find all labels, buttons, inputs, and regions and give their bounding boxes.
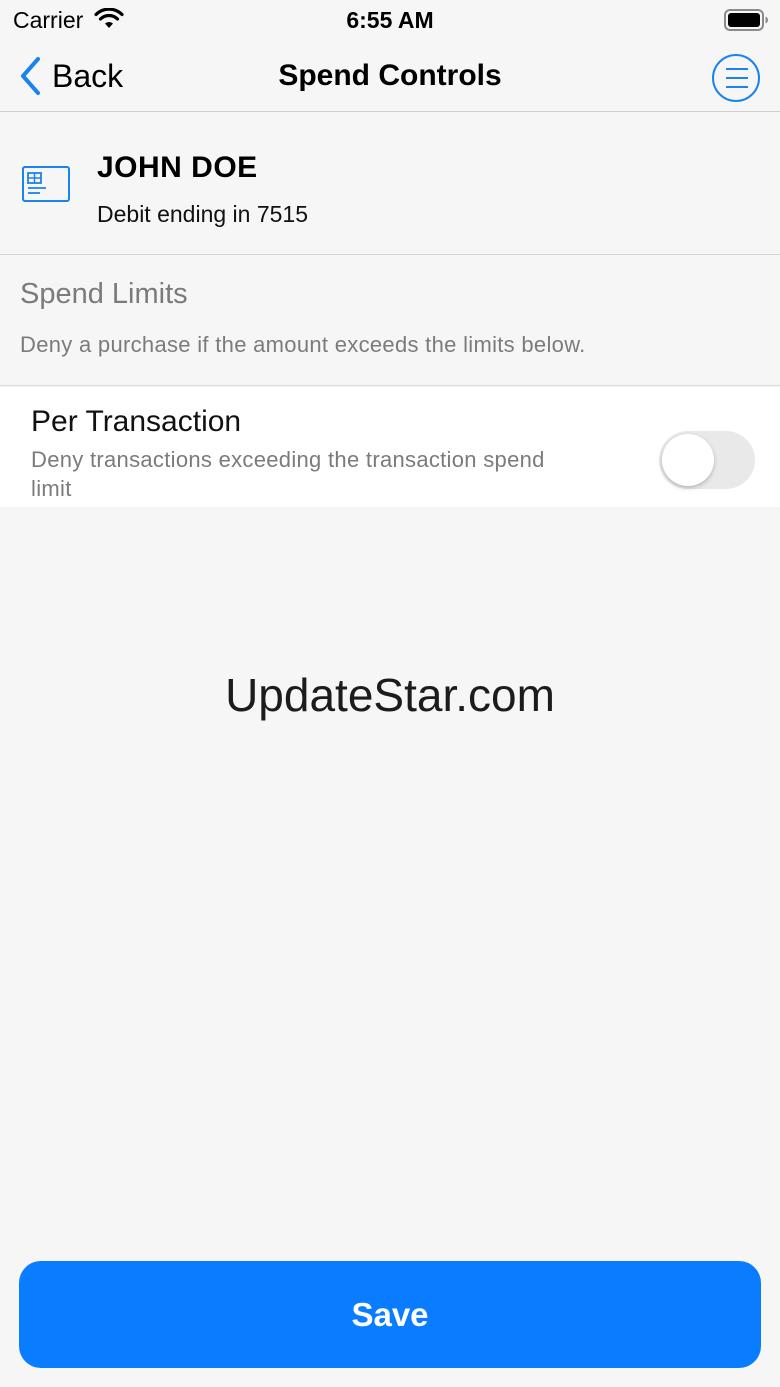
per-transaction-row: Per Transaction Deny transactions exceed… [0,387,780,507]
toggle-knob [662,434,714,486]
spend-limits-header: Spend Limits Deny a purchase if the amou… [0,256,780,386]
save-button[interactable]: Save [19,1261,761,1368]
clock: 6:55 AM [346,7,434,33]
per-transaction-description: Deny transactions exceeding the transact… [31,447,545,501]
spend-controls-screen: Carrier 6:55 AM Back Spend Controls JOHN… [0,0,780,1387]
card-description: Debit ending in 7515 [97,201,308,227]
menu-button[interactable] [712,54,760,102]
page-title: Spend Controls [278,59,502,92]
card-summary: JOHN DOE Debit ending in 7515 [0,113,780,255]
watermark: UpdateStar.com [225,669,555,721]
battery-icon [724,9,770,36]
section-description: Deny a purchase if the amount exceeds th… [20,332,586,357]
credit-card-icon [22,166,70,207]
per-transaction-title: Per Transaction [31,405,242,438]
status-bar: Carrier 6:55 AM [0,0,780,40]
section-title: Spend Limits [20,278,188,310]
per-transaction-toggle[interactable] [659,431,755,489]
navigation-bar: Back Spend Controls [0,40,780,112]
card-holder-name: JOHN DOE [97,151,258,184]
